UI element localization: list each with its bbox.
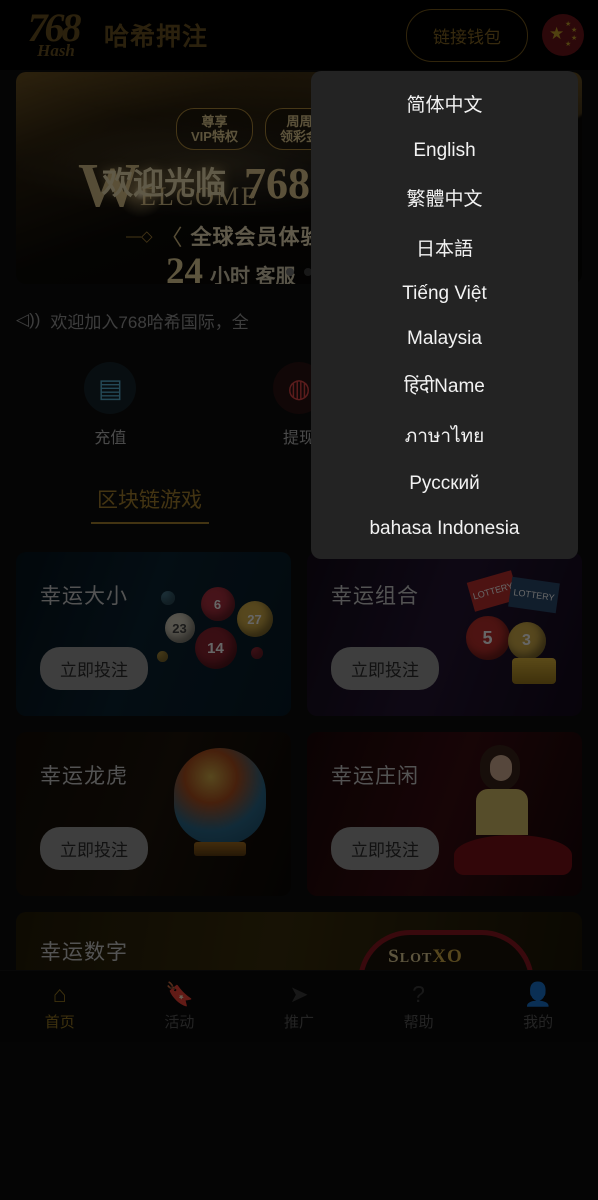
deposit-card-icon: ▤ [84,362,137,414]
game-card-baccarat-bet-button[interactable]: 立即投注 [331,827,439,870]
game-card-lucky-size-title: 幸运大小 [40,585,128,608]
language-option-indonesian[interactable]: bahasa Indonesia [311,512,578,546]
language-option-vietnamese[interactable]: Tiếng Việt [311,277,578,311]
nav-item-promotion-label: 推广 [283,1014,314,1031]
gold-coins-stack [511,658,556,684]
lottery-ball-small-1 [160,591,175,605]
language-option-japanese[interactable]: 日本語 [311,228,578,267]
tab-blockchain-games-label: 区块链游戏 [97,489,202,512]
language-option-english[interactable]: English [311,134,578,168]
language-option-traditional-chinese[interactable]: 繁體中文 [311,178,578,217]
quick-action-deposit-label: 充值 [94,430,127,447]
lottery-ball-small-3 [156,651,168,662]
lottery-ball-5: 5 [465,616,510,660]
nav-item-activity-label: 活动 [164,1014,195,1031]
game-card-baccarat-title: 幸运庄闲 [331,765,419,788]
page-title: 哈希押注 [104,23,209,51]
banner-welcome-cn: 欢迎光临 [102,166,226,201]
lottery-balls-icon: 23 6 27 14 [148,552,291,716]
nav-item-promotion[interactable]: ➤ 推广 [239,971,359,1042]
nav-item-activity[interactable]: 🔖 活动 [120,971,240,1042]
banner-chevron-icon: 〈 [160,225,183,250]
game-card-lucky-number-title: 幸运数字 [40,941,128,964]
game-card-lucky-size-bet-button[interactable]: 立即投注 [40,647,148,690]
banner-pill-vip: 尊享 VIP特权 [176,108,253,150]
baccarat-table [453,835,572,875]
tab-blockchain-games[interactable]: 区块链游戏 [0,484,299,524]
language-dropdown-menu: 简体中文 English 繁體中文 日本語 Tiếng Việt Malaysi… [311,71,578,559]
banner-hours-number: 24 [166,251,203,284]
banner-diamond-icon: —◇ [126,228,153,245]
lottery-ball-6: 6 [200,587,235,621]
dragon-tiger-orb [173,748,266,844]
quick-action-deposit[interactable]: ▤ 充值 [16,362,205,448]
header-actions: 链接钱包 ★ ★ ★ ★ ★ [406,8,584,62]
flag-star-small-2: ★ [571,27,578,34]
megaphone-icon: ◁)) [16,310,41,329]
tab-active-underline [90,522,209,524]
language-option-hindi[interactable]: हिंदीName [311,366,578,404]
dealer-face [489,755,512,781]
banner-pill-vip-line1: 尊享 [201,114,228,129]
user-icon: 👤 [523,981,553,1007]
language-option-malaysia[interactable]: Malaysia [311,322,578,356]
bookmark-star-icon: 🔖 [165,981,194,1007]
dragon-tiger-base [193,842,246,856]
language-option-thai[interactable]: ภาษาไทย [311,415,578,457]
lottery-ticket-blue: LOTTERY [507,576,560,614]
lottery-ball-27: 27 [236,601,273,637]
game-card-dragon-tiger-bet-button[interactable]: 立即投注 [40,827,148,870]
nav-item-profile[interactable]: 👤 我的 [478,971,598,1042]
banner-service-row: 24 小时 客服 [166,250,296,284]
bottom-navigation: ⌂ 首页 🔖 活动 ➤ 推广 ? 帮助 👤 我的 [0,970,598,1042]
dragon-tiger-icon [148,732,291,896]
brand-logo[interactable]: 768 Hash 哈希押注 [14,5,209,61]
game-card-dragon-tiger[interactable]: 幸运龙虎 立即投注 [16,732,291,896]
lottery-tickets-icon: LOTTERY LOTTERY 5 3 [439,552,582,716]
game-card-dragon-tiger-title: 幸运龙虎 [40,765,128,788]
game-card-lucky-size[interactable]: 幸运大小 23 6 27 14 立即投注 [16,552,291,716]
nav-item-home[interactable]: ⌂ 首页 [0,971,120,1042]
nav-item-home-label: 首页 [44,1014,75,1031]
language-option-russian[interactable]: Русский [311,467,578,501]
lottery-ball-14: 14 [194,627,237,669]
game-card-lucky-combo-bet-button[interactable]: 立即投注 [331,647,439,690]
game-card-lucky-combo[interactable]: 幸运组合 LOTTERY LOTTERY 5 3 立即投注 [307,552,582,716]
slot-brand-text: SLOTXO [388,946,463,967]
flag-star-small-4: ★ [565,41,572,48]
lottery-ball-23: 23 [164,613,195,643]
paper-plane-icon: ➤ [289,981,309,1007]
game-grid: 幸运大小 23 6 27 14 立即投注 幸运组合 LOTTERY LOTTER… [16,552,582,1042]
game-card-lucky-combo-title: 幸运组合 [331,585,419,608]
nav-item-help[interactable]: ? 帮助 [359,971,479,1042]
banner-pill-vip-line2: VIP特权 [191,129,238,144]
nav-item-profile-label: 我的 [523,1014,554,1031]
question-mark-icon: ? [412,981,425,1007]
game-card-baccarat[interactable]: 幸运庄闲 立即投注 [307,732,582,896]
notice-text: 欢迎加入768哈希国际，全 [50,312,249,332]
nav-item-help-label: 帮助 [403,1014,434,1031]
lottery-ball-3: 3 [507,622,546,660]
china-flag-icon[interactable]: ★ ★ ★ ★ ★ [542,14,584,56]
dealer-dress [475,789,528,835]
logo-number: 768 [27,5,82,50]
home-icon: ⌂ [52,981,67,1007]
baccarat-dealer-icon [439,732,582,896]
lottery-ball-small-2 [250,647,263,659]
banner-dot-1[interactable] [286,268,294,276]
flag-star-large: ★ [549,24,565,43]
app-root: 768 Hash 哈希押注 链接钱包 ★ ★ ★ ★ ★ 尊享 VIP特权 周周… [0,0,598,1200]
banner-global-row: —◇ 〈 全球会员体验 [126,220,323,252]
logo-mark-icon: 768 Hash [14,5,92,61]
banner-brand-number: 768 [244,159,310,208]
app-header: 768 Hash 哈希押注 链接钱包 ★ ★ ★ ★ ★ [0,0,598,70]
banner-global-text: 全球会员体验 [190,226,323,249]
connect-wallet-button[interactable]: 链接钱包 [406,8,528,62]
flag-star-small-3: ★ [571,35,578,42]
language-option-simplified-chinese[interactable]: 简体中文 [311,84,578,123]
logo-subtext: Hash [37,41,75,60]
